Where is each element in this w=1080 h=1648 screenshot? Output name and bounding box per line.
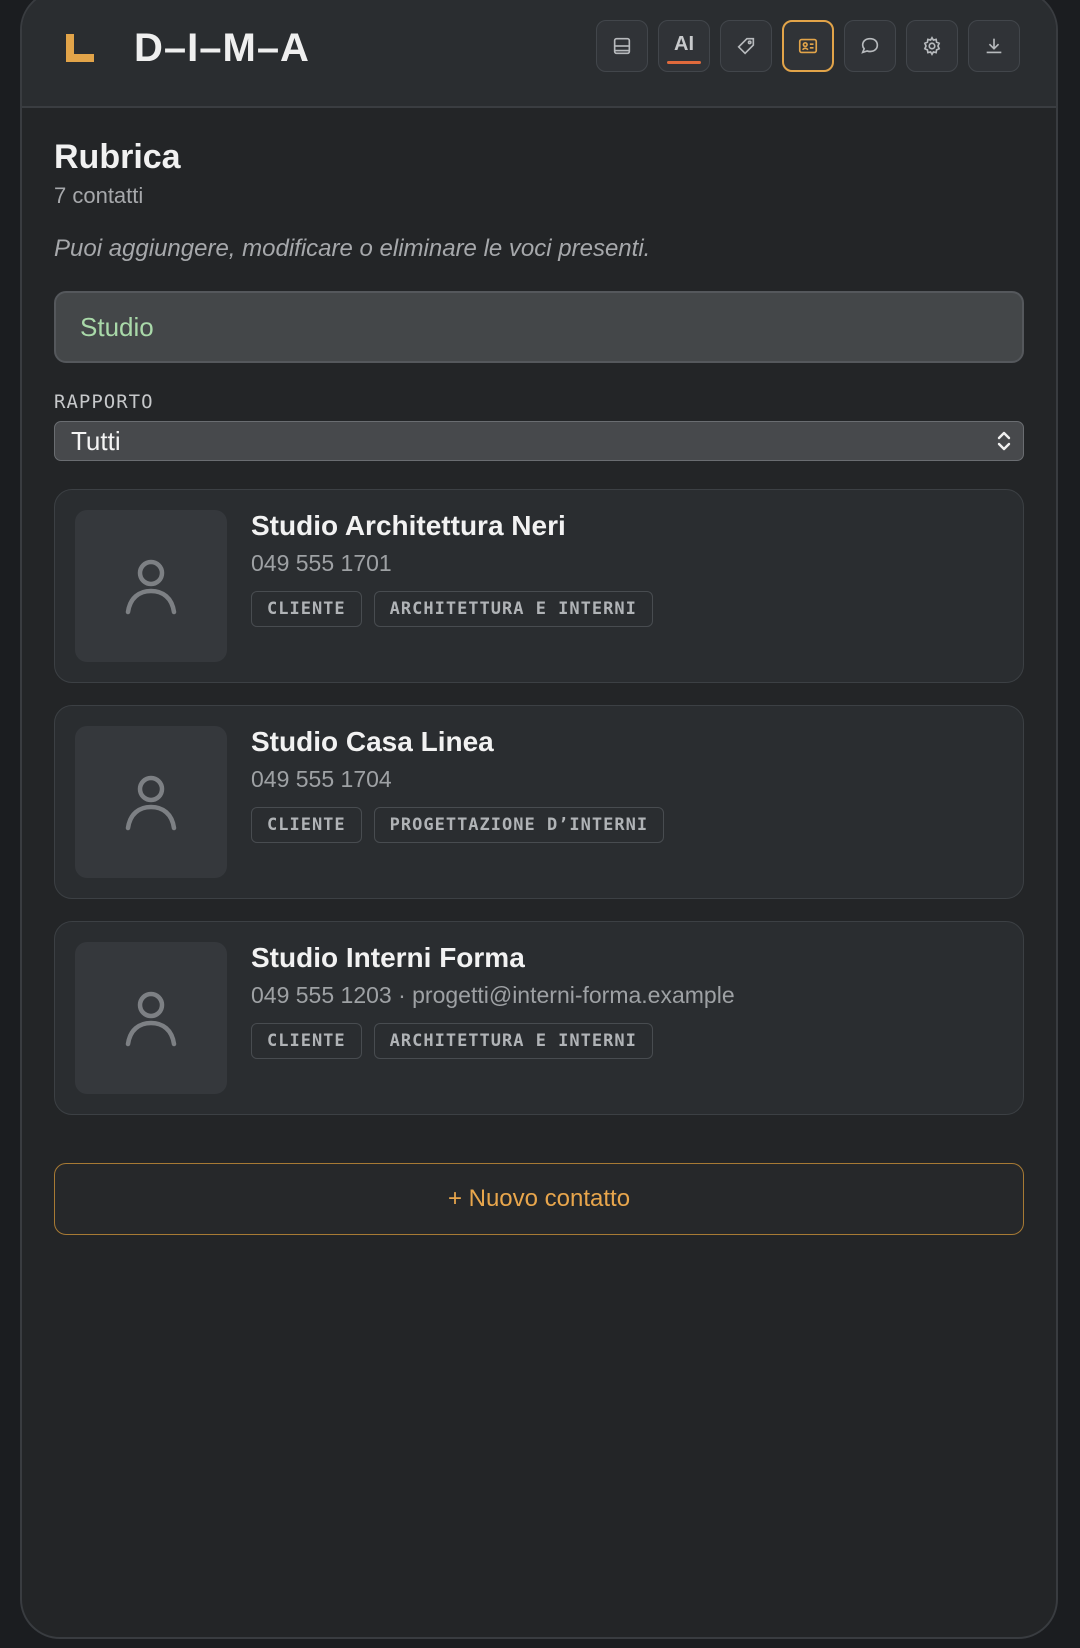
contact-info: Studio Architettura Neri 049 555 1701 CL… (251, 510, 653, 627)
gear-icon (923, 36, 941, 56)
app-window: D–I–M–A AI Rubrica 7 contatti Puoi aggiu… (20, 0, 1058, 1639)
contact-info: Studio Interni Forma 049 555 1203 · prog… (251, 942, 735, 1059)
app-header: D–I–M–A AI (22, 0, 1056, 108)
avatar (75, 510, 227, 662)
contact-card[interactable]: Studio Casa Linea 049 555 1704 CLIENTE P… (54, 705, 1024, 899)
contact-name: Studio Interni Forma (251, 942, 525, 973)
archive-icon (613, 37, 631, 55)
person-icon (125, 775, 177, 831)
tag-badge: CLIENTE (251, 1023, 362, 1059)
ai-label: AI (674, 32, 694, 55)
person-icon (125, 559, 177, 615)
relationship-select-value: Tutti (71, 425, 121, 456)
tag-badge: CLIENTE (251, 591, 362, 627)
contacts-button[interactable] (782, 20, 834, 72)
page-title: Rubrica (54, 138, 181, 176)
ai-underline (667, 61, 701, 64)
relationship-select[interactable]: Tutti (54, 421, 1024, 461)
avatar (75, 942, 227, 1094)
contacts-icon (798, 38, 818, 54)
page-hint: Puoi aggiungere, modificare o eliminare … (54, 235, 651, 262)
contact-info: Studio Casa Linea 049 555 1704 CLIENTE P… (251, 726, 665, 843)
filter-label: RAPPORTO (54, 391, 154, 413)
contact-card[interactable]: Studio Architettura Neri 049 555 1701 CL… (54, 489, 1024, 683)
ai-button[interactable]: AI (658, 20, 710, 72)
download-button[interactable] (968, 20, 1020, 72)
tag-badge: ARCHITETTURA E INTERNI (373, 1023, 653, 1059)
contact-details: 049 555 1203 · progetti@interni-forma.ex… (251, 982, 735, 1008)
logo-icon (66, 34, 94, 62)
contact-details: 049 555 1704 (251, 766, 392, 792)
person-icon (125, 991, 177, 1047)
search-input[interactable]: Studio (54, 291, 1024, 363)
select-chevrons-icon (997, 431, 1011, 451)
contact-tags: CLIENTE PROGETTAZIONE D’INTERNI (251, 807, 665, 843)
contact-tags: CLIENTE ARCHITETTURA E INTERNI (251, 1023, 735, 1059)
contact-count: 7 contatti (54, 183, 144, 208)
archive-button[interactable] (596, 20, 648, 72)
contact-tags: CLIENTE ARCHITETTURA E INTERNI (251, 591, 653, 627)
avatar (75, 726, 227, 878)
tag-badge: CLIENTE (251, 807, 362, 843)
chat-button[interactable] (844, 20, 896, 72)
tags-button[interactable] (720, 20, 772, 72)
contact-name: Studio Architettura Neri (251, 510, 566, 541)
contact-card[interactable]: Studio Interni Forma 049 555 1203 · prog… (54, 921, 1024, 1115)
tag-badge: ARCHITETTURA E INTERNI (373, 591, 653, 627)
main-content: Rubrica 7 contatti Puoi aggiungere, modi… (22, 138, 1056, 1235)
settings-button[interactable] (906, 20, 958, 72)
new-contact-button[interactable]: + Nuovo contatto (54, 1163, 1024, 1235)
contact-details: 049 555 1701 (251, 550, 392, 576)
download-icon (986, 38, 1002, 54)
contact-list: Studio Architettura Neri 049 555 1701 CL… (54, 489, 1024, 1115)
tag-badge: PROGETTAZIONE D’INTERNI (373, 807, 665, 843)
chat-icon (861, 37, 879, 54)
contact-name: Studio Casa Linea (251, 726, 494, 757)
tag-icon (737, 37, 755, 55)
toolbar: AI (596, 20, 1020, 72)
brand-name: D–I–M–A (134, 26, 310, 70)
